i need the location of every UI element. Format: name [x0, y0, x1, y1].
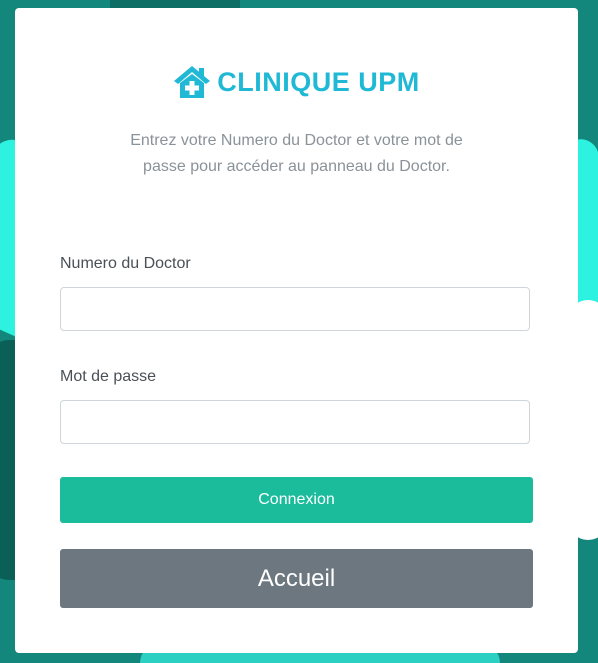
password-input[interactable] — [60, 400, 530, 444]
login-card: CLINIQUE UPM Entrez votre Numero du Doct… — [15, 8, 578, 653]
login-button[interactable]: Connexion — [60, 477, 533, 523]
brand-name: CLINIQUE UPM — [217, 66, 420, 97]
password-label: Mot de passe — [60, 368, 157, 385]
doctor-number-label: Numero du Doctor — [60, 255, 191, 272]
clinic-house-plus-icon — [173, 64, 211, 100]
brand-logo: CLINIQUE UPM — [15, 62, 578, 102]
home-button[interactable]: Accueil — [60, 549, 533, 608]
login-instructions: Entrez votre Numero du Doctor et votre m… — [130, 132, 463, 175]
doctor-number-input[interactable] — [60, 287, 530, 331]
